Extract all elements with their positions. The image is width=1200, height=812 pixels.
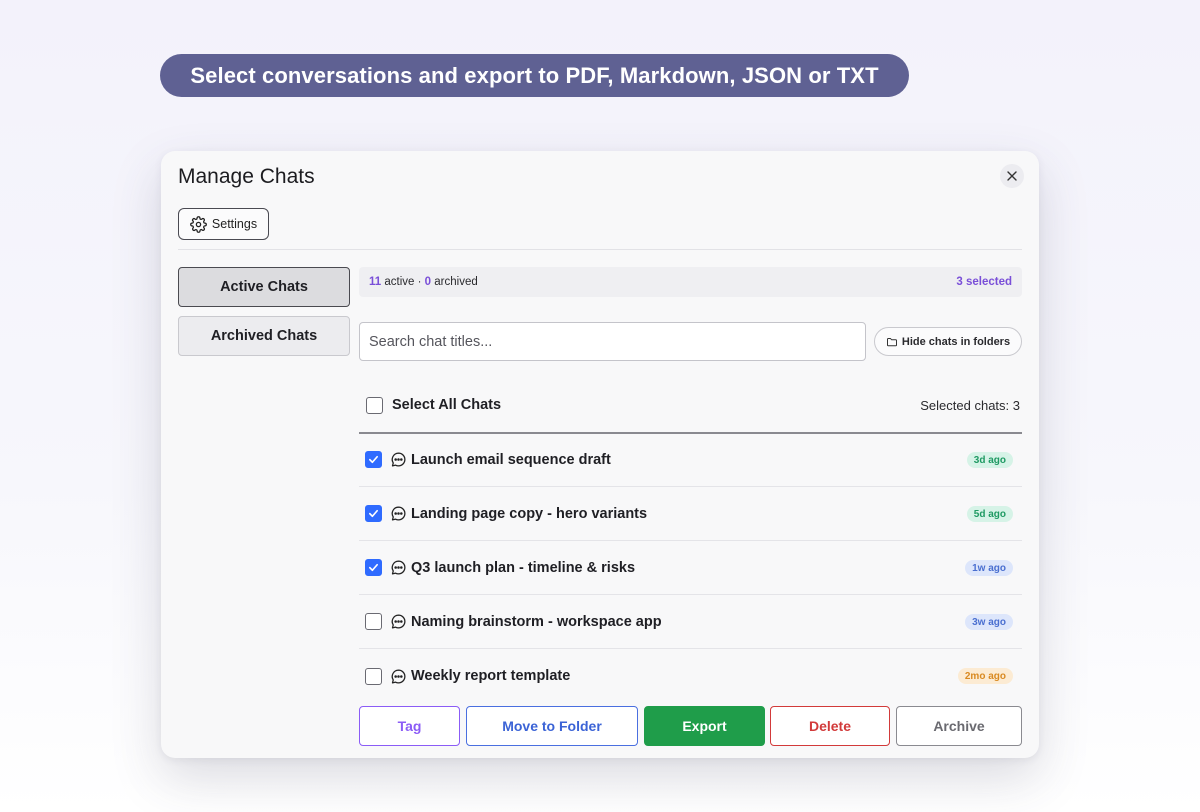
feature-banner: Select conversations and export to PDF, …	[160, 54, 909, 97]
chat-row[interactable]: Weekly report template 2mo ago	[359, 649, 1022, 703]
select-all-checkbox[interactable]	[366, 396, 383, 414]
select-all-control: Select All Chats	[366, 396, 502, 414]
chat-title: Landing page copy - hero variants	[411, 505, 648, 522]
selected-summary: 3 selected	[956, 276, 1012, 288]
modal-title: Manage Chats	[178, 165, 315, 188]
chat-title: Weekly report template	[411, 668, 571, 684]
move-to-folder-button[interactable]: Move to Folder	[466, 706, 638, 746]
gear-icon	[190, 215, 207, 233]
tab-archived-chats[interactable]: Archived Chats	[178, 316, 350, 356]
tag-button[interactable]: Tag	[359, 706, 460, 746]
archived-count: 0	[424, 276, 432, 288]
chat-row[interactable]: Naming brainstorm - workspace app 3w ago	[359, 595, 1022, 649]
chat-counts: 11 active · 0 archived	[369, 276, 478, 288]
folder-icon	[886, 337, 897, 346]
archived-label: archived	[434, 276, 478, 288]
chat-checkbox[interactable]	[365, 559, 382, 576]
chat-list: Launch email sequence draft 3d ago Landi…	[359, 433, 1022, 703]
chat-title: Launch email sequence draft	[411, 451, 611, 468]
hide-folders-label: Hide chats in folders	[901, 335, 1011, 348]
checkmark-icon	[369, 455, 378, 464]
chat-row[interactable]: Landing page copy - hero variants 5d ago	[359, 487, 1022, 541]
chat-row[interactable]: Q3 launch plan - timeline & risks 1w ago	[359, 541, 1022, 595]
chat-bubble-icon	[390, 505, 407, 522]
chat-age-badge: 1w ago	[965, 560, 1013, 576]
header-divider	[178, 249, 1022, 250]
delete-button[interactable]: Delete	[770, 706, 890, 746]
hide-chats-in-folders-button[interactable]: Hide chats in folders	[874, 327, 1022, 356]
search-input[interactable]	[359, 322, 866, 361]
select-all-label: Select All Chats	[392, 397, 502, 413]
chat-age-badge: 2mo ago	[957, 668, 1013, 684]
active-label: active ·	[384, 276, 422, 288]
chat-checkbox[interactable]	[365, 505, 382, 522]
checkmark-icon	[369, 509, 378, 518]
manage-chats-modal: Manage Chats Settings Active Chats Archi…	[161, 151, 1039, 758]
chat-row[interactable]: Launch email sequence draft 3d ago	[359, 433, 1022, 487]
chat-age-badge: 3d ago	[966, 452, 1013, 468]
chat-checkbox[interactable]	[365, 667, 382, 685]
select-all-row: Select All Chats Selected chats: 3	[359, 387, 1022, 423]
close-button[interactable]	[1000, 164, 1024, 188]
chat-bubble-icon	[390, 451, 407, 468]
chat-age-badge: 5d ago	[966, 506, 1013, 522]
chat-bubble-icon	[390, 559, 407, 576]
archive-button[interactable]: Archive	[896, 706, 1022, 746]
chat-title: Naming brainstorm - workspace app	[411, 613, 662, 630]
chat-age-badge: 3w ago	[965, 614, 1013, 630]
chat-title: Q3 launch plan - timeline & risks	[411, 559, 636, 576]
chat-bubble-icon	[390, 668, 407, 685]
bulk-actions-bar: Tag Move to Folder Export Delete Archive	[359, 706, 1022, 746]
tab-active-chats[interactable]: Active Chats	[178, 267, 350, 307]
chat-stats-bar: 11 active · 0 archived 3 selected	[359, 267, 1022, 297]
settings-label: Settings	[211, 217, 258, 231]
chat-checkbox[interactable]	[365, 451, 382, 468]
chat-checkbox[interactable]	[365, 613, 382, 630]
selected-chats-count: Selected chats: 3	[920, 397, 1020, 413]
close-icon	[1007, 171, 1017, 181]
checkmark-icon	[369, 563, 378, 572]
export-button[interactable]: Export	[644, 706, 765, 746]
settings-button[interactable]: Settings	[178, 208, 269, 240]
chat-bubble-icon	[390, 613, 407, 630]
active-count: 11	[369, 276, 382, 288]
